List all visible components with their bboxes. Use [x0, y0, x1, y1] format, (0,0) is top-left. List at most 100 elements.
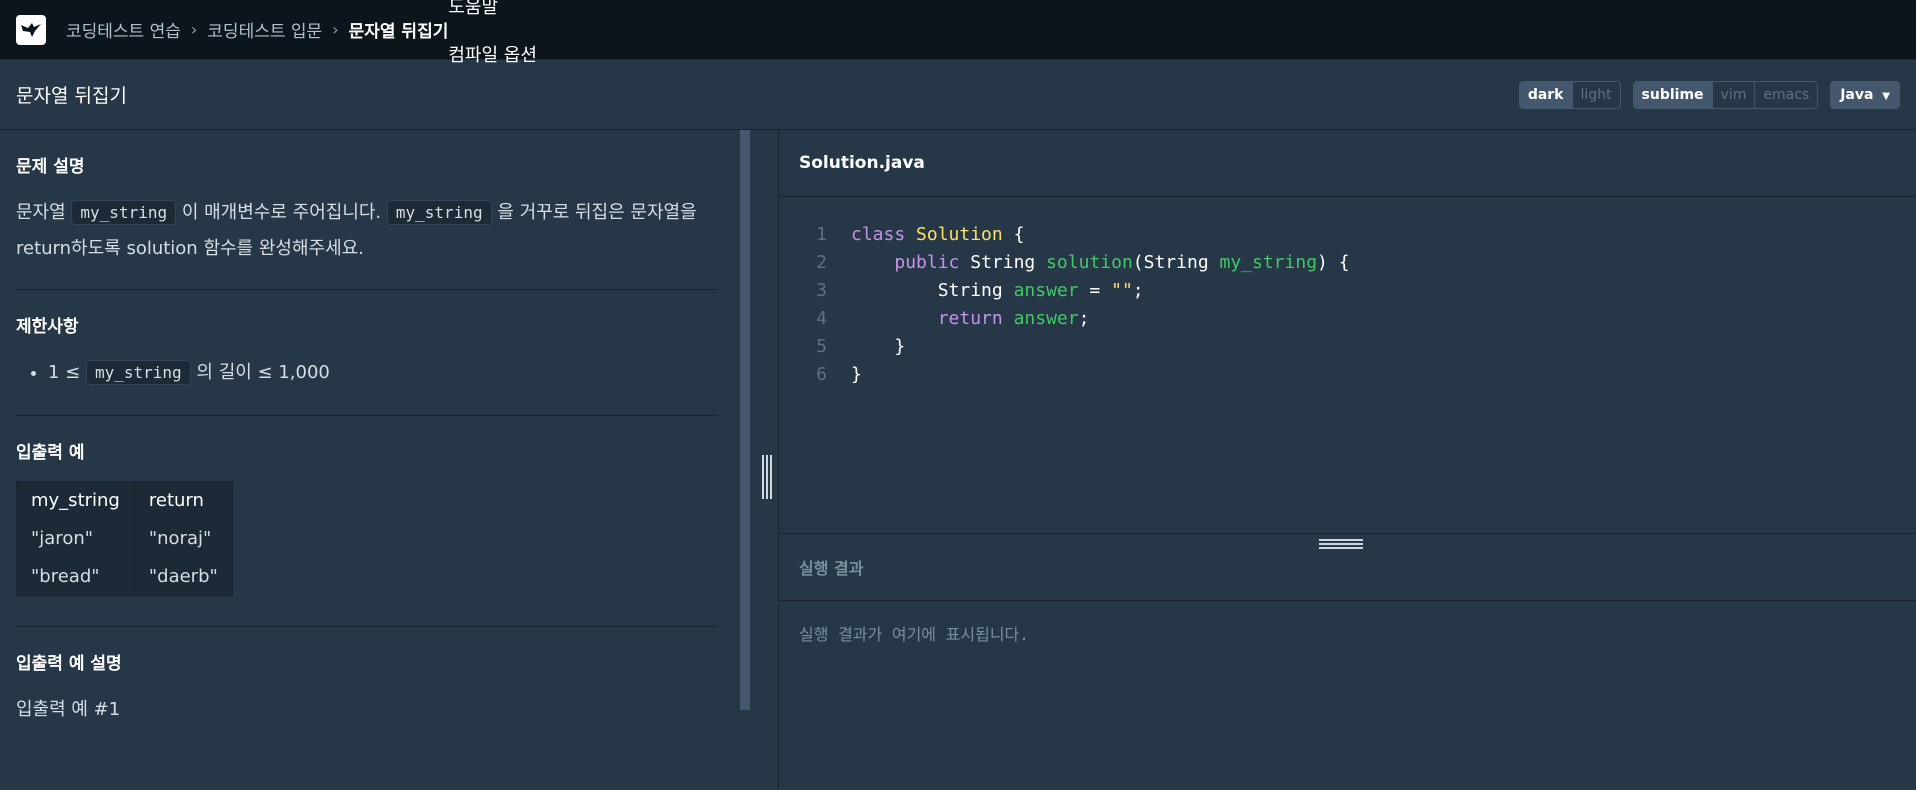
bird-logo-icon — [21, 22, 41, 37]
io-desc-item: 입출력 예 #1 — [16, 699, 121, 720]
code-line: 1 class Solution { — [779, 221, 1916, 249]
line-number: 2 — [816, 252, 827, 273]
output-placeholder: 실행 결과가 여기에 표시됩니다. — [799, 625, 1029, 644]
file-tab: Solution.java — [779, 130, 1916, 197]
inline-code: my_string — [85, 360, 191, 385]
page-title: 문자열 뒤집기 — [16, 85, 127, 107]
line-number: 4 — [816, 308, 827, 329]
code-token: class — [851, 224, 906, 245]
code-line: 5 } — [779, 333, 1916, 361]
limit-part: 1 ≤ — [48, 362, 86, 383]
top-navigation: 코딩테스트 연습 › 코딩테스트 입문 › 문자열 뒤집기 도움말 컴파일 옵션 — [0, 0, 1916, 66]
table-row: "bread" "daerb" — [16, 557, 233, 596]
list-item: 1 ≤ my_string 의 길이 ≤ 1,000 — [48, 355, 718, 391]
problem-panel: 문제 설명 문자열 my_string 이 매개변수로 주어집니다. my_st… — [0, 130, 740, 789]
table-cell: "daerb" — [133, 557, 233, 596]
vertical-resize-handle[interactable] — [762, 455, 774, 499]
table-header: my_string — [16, 481, 135, 520]
keymap-toggle: sublime vim emacs — [1632, 80, 1819, 109]
description-heading: 문제 설명 — [16, 157, 85, 177]
code-token: public — [894, 252, 960, 273]
table-header-row: my_string return — [16, 481, 233, 520]
table-cell: "jaron" — [16, 519, 135, 558]
logo[interactable] — [16, 14, 46, 45]
help-link[interactable]: 도움말 — [448, 0, 1900, 19]
editor-panel: Solution.java 1 class Solution { 2 public… — [779, 130, 1916, 789]
description-part: 이 매개변수로 주어집니다. — [176, 202, 387, 223]
table-row: "jaron" "noraj" — [16, 519, 233, 558]
line-number: 1 — [816, 224, 827, 245]
theme-toggle: dark light — [1518, 80, 1621, 109]
editor-toolbar: dark light sublime vim emacs Java ▼ — [1518, 80, 1900, 109]
table-cell: "bread" — [16, 557, 135, 596]
io-desc-heading: 입출력 예 설명 — [16, 654, 122, 674]
output-heading: 실행 결과 — [799, 559, 864, 578]
line-number: 5 — [816, 336, 827, 357]
code-line: 4 return answer; — [779, 305, 1916, 333]
compile-options-link[interactable]: 컴파일 옵션 — [448, 41, 1900, 67]
code-line: 3 String answer = ""; — [779, 277, 1916, 305]
section-divider — [16, 626, 718, 627]
code-token: { — [1002, 224, 1025, 245]
description-part: 문자열 — [16, 202, 72, 223]
breadcrumb-coding-test-intro[interactable]: 코딩테스트 입문 — [207, 17, 322, 42]
limit-part: 의 길이 ≤ 1,000 — [190, 362, 330, 383]
problem-scrollbar[interactable] — [740, 130, 750, 710]
limits-list: 1 ≤ my_string 의 길이 ≤ 1,000 — [16, 355, 718, 391]
io-heading: 입출력 예 — [16, 443, 85, 463]
code-token: my_string — [1219, 252, 1318, 273]
caret-down-icon: ▼ — [1882, 90, 1890, 102]
horizontal-resize-handle[interactable] — [1319, 539, 1363, 551]
chevron-right-icon: › — [190, 20, 198, 39]
panel-divider — [740, 130, 779, 789]
code-token: answer — [1013, 280, 1079, 301]
language-label: Java — [1840, 86, 1874, 103]
breadcrumb: 코딩테스트 연습 › 코딩테스트 입문 › 문자열 뒤집기 — [66, 17, 448, 42]
keymap-vim-button[interactable]: vim — [1711, 81, 1755, 108]
line-number: 6 — [816, 364, 827, 385]
section-divider — [16, 289, 718, 290]
code-token: return — [937, 308, 1003, 329]
inline-code: my_string — [71, 200, 177, 225]
code-token: } — [894, 336, 906, 357]
output-area: 실행 결과가 여기에 표시됩니다. — [779, 601, 1916, 665]
code-token: solution — [1046, 252, 1133, 273]
code-token: ) { — [1317, 252, 1350, 273]
code-token: } — [851, 364, 862, 385]
code-token: "" — [1111, 280, 1133, 301]
inline-code: my_string — [386, 200, 492, 225]
table-header: return — [133, 481, 233, 520]
breadcrumb-current: 문자열 뒤집기 — [348, 22, 449, 42]
code-token: String — [937, 280, 1014, 301]
theme-dark-button[interactable]: dark — [1519, 81, 1572, 108]
keymap-sublime-button[interactable]: sublime — [1633, 81, 1712, 108]
limits-heading: 제한사항 — [16, 317, 79, 337]
code-line: 2 public String solution (String my_strin… — [779, 249, 1916, 277]
chevron-right-icon: › — [332, 20, 339, 39]
code-editor[interactable]: 1 class Solution { 2 public String soluti… — [779, 197, 1916, 549]
code-line: 6} — [779, 361, 1916, 389]
code-token: String — [959, 252, 1047, 273]
code-token: Solution — [916, 224, 1003, 245]
code-token: ; — [1078, 308, 1090, 329]
section-divider — [16, 415, 718, 416]
breadcrumb-coding-test-practice[interactable]: 코딩테스트 연습 — [66, 17, 181, 42]
top-nav-actions: 도움말 컴파일 옵션 — [448, 0, 1900, 67]
code-token: = — [1078, 280, 1112, 301]
table-cell: "noraj" — [133, 519, 233, 558]
theme-light-button[interactable]: light — [1571, 81, 1620, 108]
keymap-emacs-button[interactable]: emacs — [1754, 81, 1817, 108]
code-token: (String — [1132, 252, 1220, 273]
description-text: 문자열 my_string 이 매개변수로 주어집니다. my_string 을… — [16, 195, 718, 267]
code-token: answer — [1013, 308, 1079, 329]
code-token: ; — [1132, 280, 1144, 301]
problem-titlebar: 문자열 뒤집기 dark light sublime vim emacs Jav… — [0, 60, 1916, 130]
file-name: Solution.java — [799, 153, 925, 173]
language-select[interactable]: Java ▼ — [1830, 80, 1900, 109]
